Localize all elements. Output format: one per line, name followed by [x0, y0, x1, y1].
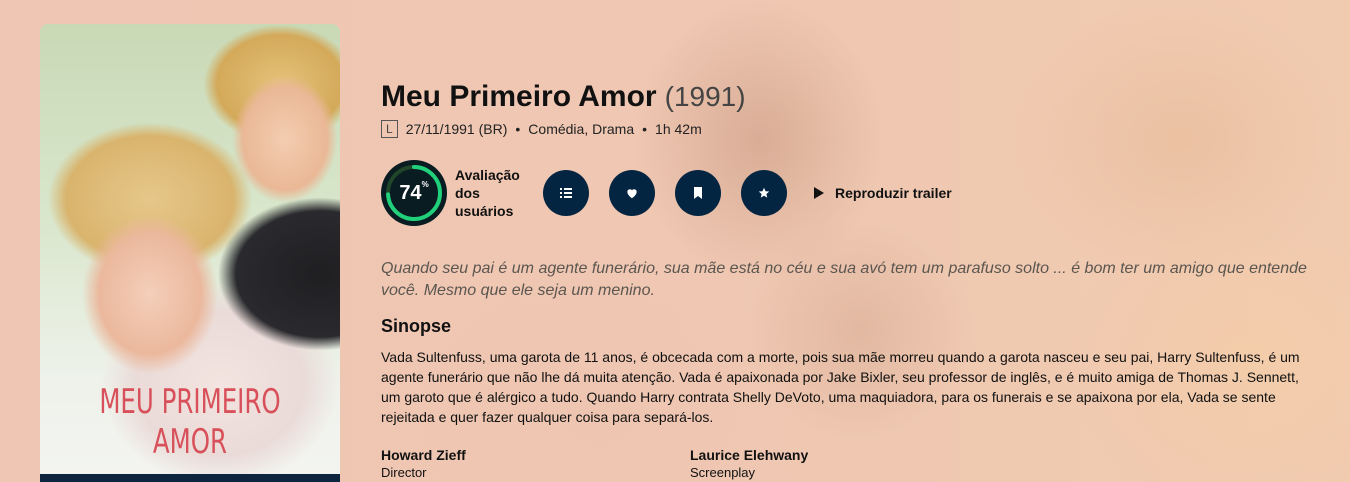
overview-heading: Sinopse	[381, 316, 452, 336]
crew-list: Howard Zieff Director Laurice Elehwany S…	[381, 447, 1321, 480]
score-label-line: Avaliação	[455, 167, 520, 183]
poster-bar	[40, 474, 340, 482]
poster-title-text: MEU PRIMEIRO AMOR	[99, 382, 281, 462]
crew-item: Howard Zieff Director	[381, 447, 690, 480]
favorite-button[interactable]	[609, 170, 655, 216]
score-number: 74	[399, 181, 422, 204]
crew-role: Director	[381, 465, 427, 480]
heart-icon	[627, 189, 637, 199]
rate-button[interactable]	[741, 170, 787, 216]
score-percent-sign: %	[421, 179, 429, 189]
action-buttons	[543, 170, 787, 216]
actions-bar: 74% Avaliação dos usuários Reproduzir tr…	[381, 160, 1321, 226]
watchlist-button[interactable]	[675, 170, 721, 216]
play-trailer-button[interactable]: Reproduzir trailer	[813, 185, 952, 201]
add-to-list-button[interactable]	[543, 170, 589, 216]
certification-badge: L	[381, 120, 398, 138]
overview-text: Vada Sultenfuss, uma garota de 11 anos, …	[381, 349, 1300, 425]
movie-facts: L 27/11/1991 (BR) • Comédia, Drama • 1h …	[381, 120, 1321, 138]
score-label: Avaliação dos usuários	[455, 166, 537, 220]
crew-item: Laurice Elehwany Screenplay	[690, 447, 999, 480]
genres[interactable]: Comédia, Drama	[528, 121, 634, 137]
crew-name[interactable]: Laurice Elehwany	[690, 447, 999, 463]
tagline: Quando seu pai é um agente funerário, su…	[381, 260, 1307, 299]
title-row: Meu Primeiro Amor (1991)	[381, 80, 1321, 114]
movie-info: Meu Primeiro Amor (1991) L 27/11/1991 (B…	[381, 80, 1321, 480]
bookmark-icon	[694, 187, 702, 199]
separator: •	[642, 121, 648, 137]
list-icon	[560, 188, 572, 198]
score-value: 74%	[399, 179, 429, 205]
play-trailer-label: Reproduzir trailer	[835, 185, 952, 201]
movie-title[interactable]: Meu Primeiro Amor	[381, 80, 657, 114]
crew-role: Screenplay	[690, 465, 756, 480]
release-year: (1991)	[664, 81, 746, 112]
separator: •	[515, 121, 521, 137]
movie-poster[interactable]: MEU PRIMEIRO AMOR	[40, 24, 340, 482]
release-date: 27/11/1991 (BR)	[405, 121, 508, 137]
star-icon	[758, 187, 770, 198]
user-score-chart: 74%	[381, 160, 447, 226]
score-label-line: dos	[455, 185, 480, 201]
runtime: 1h 42m	[655, 121, 702, 137]
crew-name[interactable]: Howard Zieff	[381, 447, 690, 463]
score-label-line: usuários	[455, 203, 514, 219]
play-icon	[814, 187, 824, 199]
